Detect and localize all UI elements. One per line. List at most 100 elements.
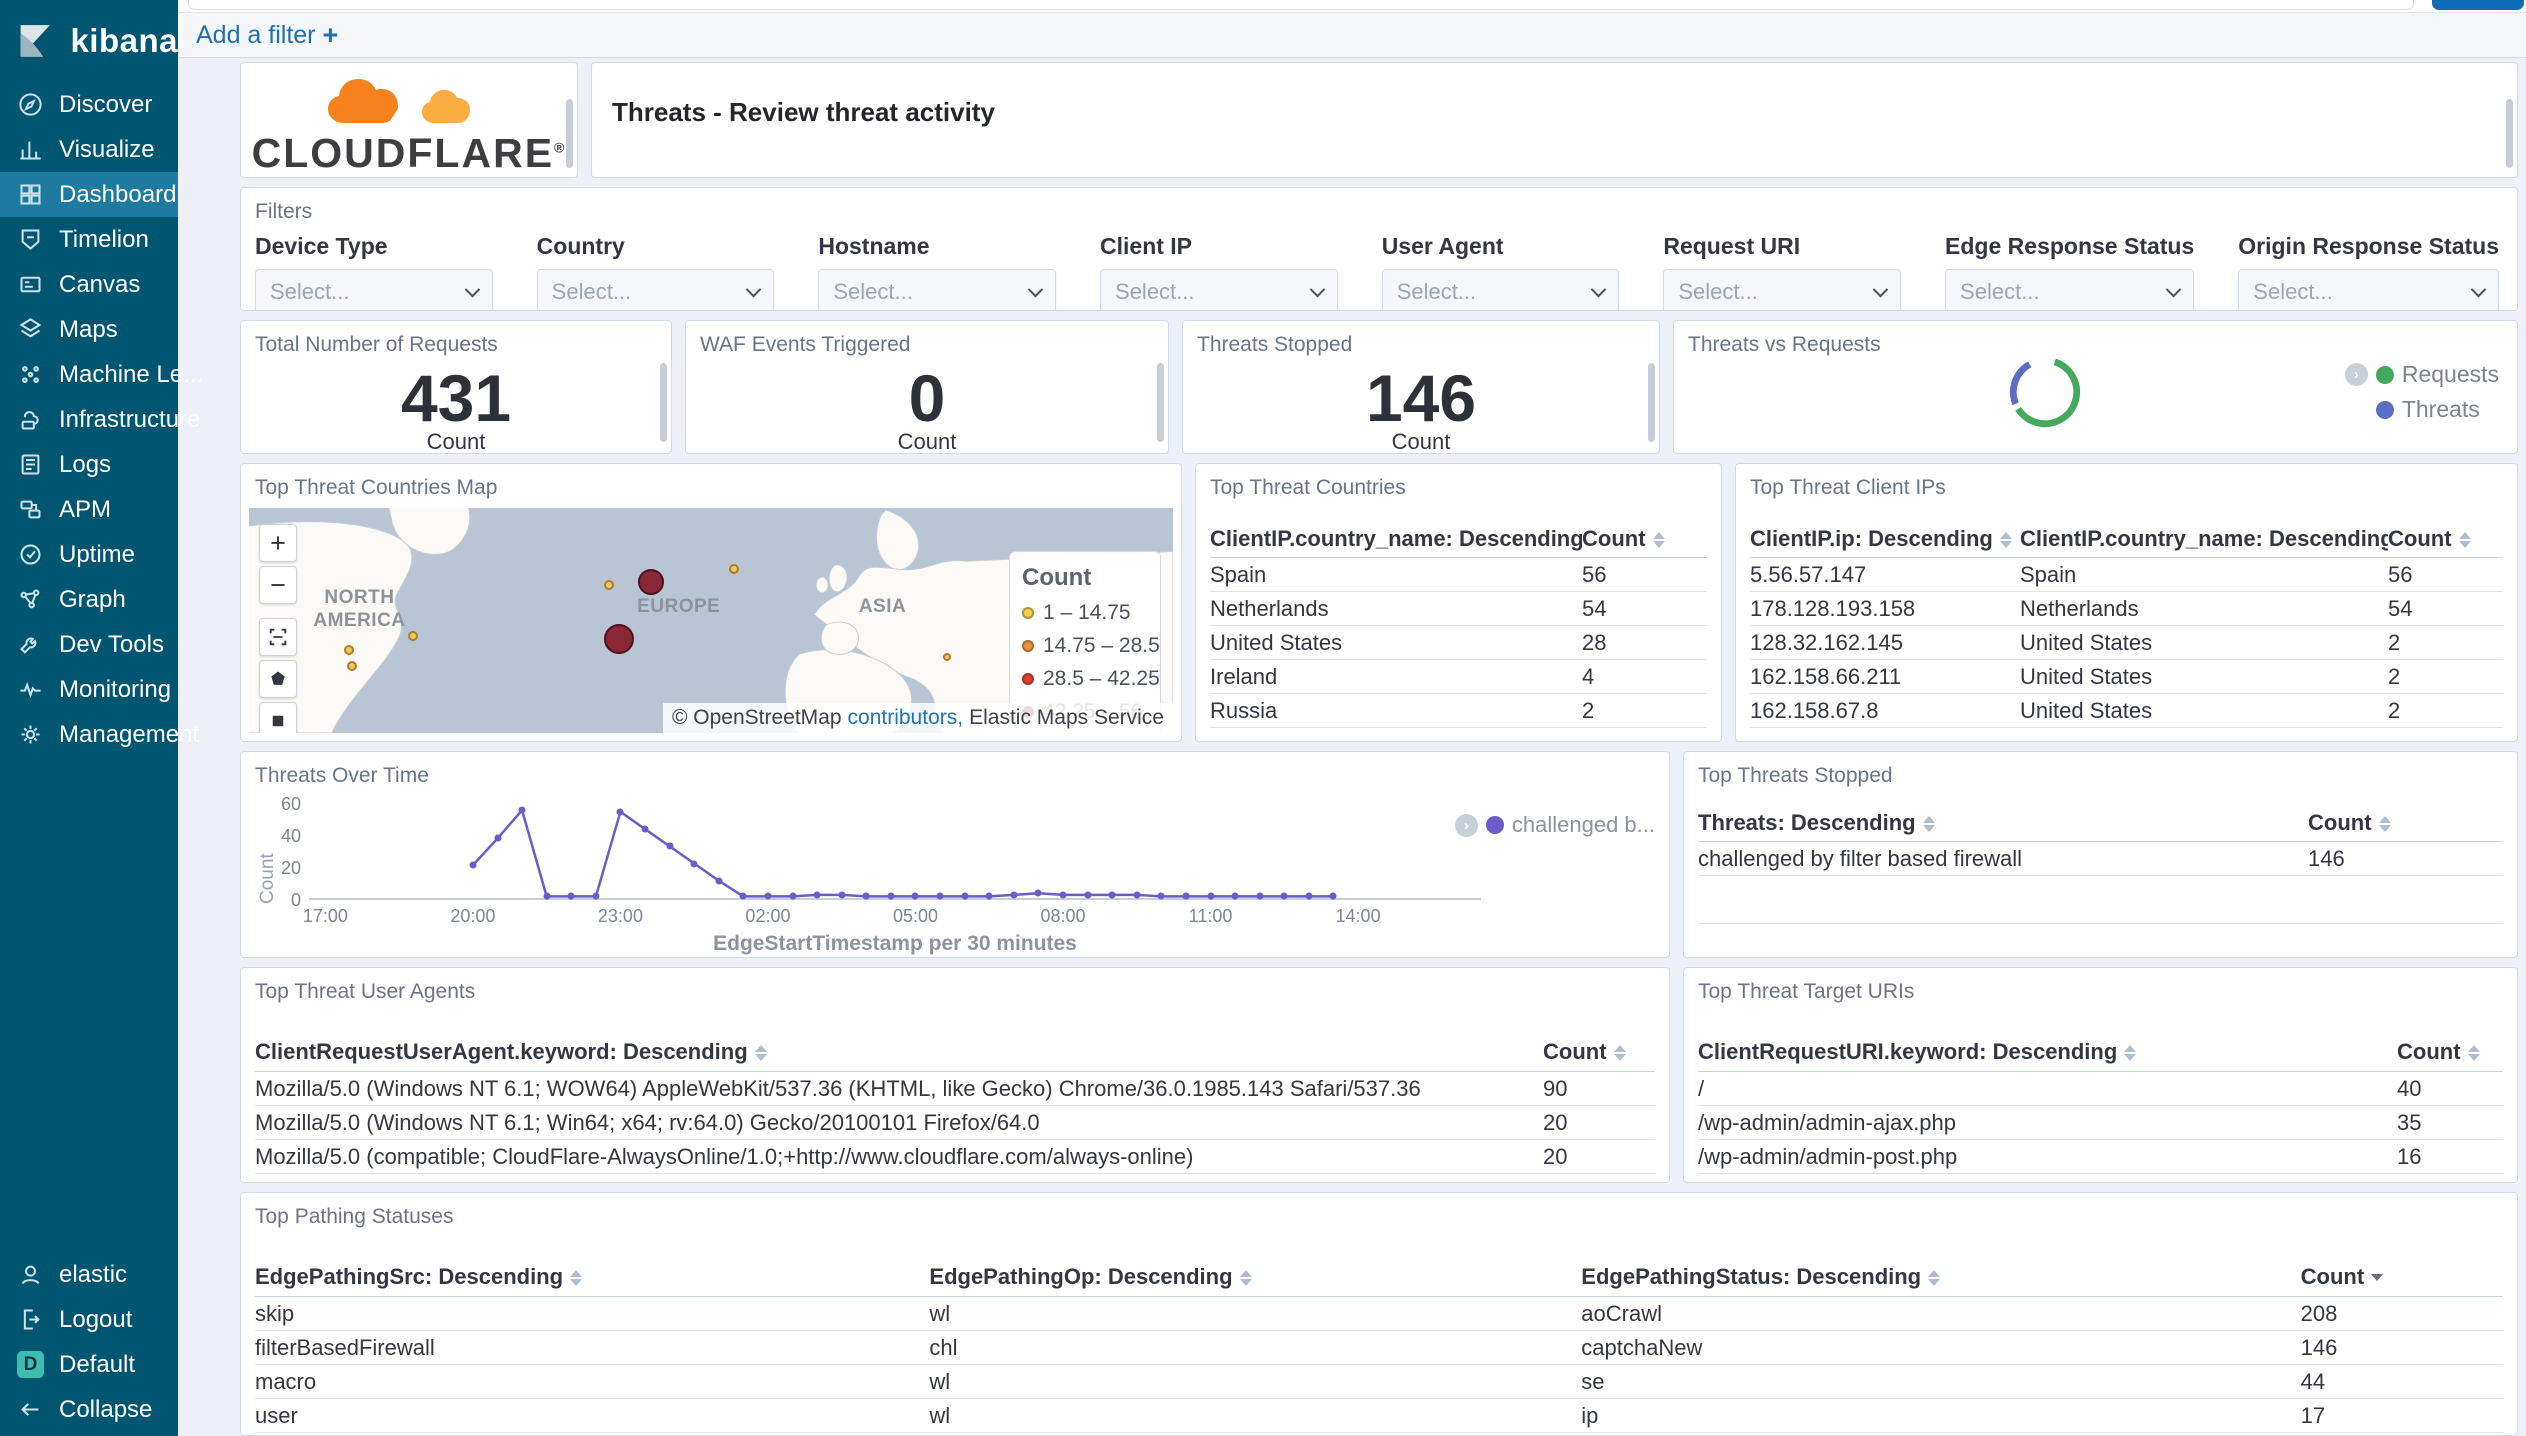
- table-row[interactable]: Mozilla/5.0 (compatible; CloudFlare-Alwa…: [255, 1140, 1655, 1174]
- country-select[interactable]: Select...: [536, 269, 775, 310]
- data-point[interactable]: [1207, 892, 1215, 900]
- data-point[interactable]: [567, 892, 575, 900]
- data-point[interactable]: [1305, 892, 1313, 900]
- table-row[interactable]: /wp-admin/admin-ajax.php?action=update-z…: [1698, 1174, 2503, 1183]
- data-point[interactable]: [1280, 892, 1288, 900]
- hostname-select[interactable]: Select...: [818, 269, 1057, 310]
- column-header[interactable]: ClientRequestUserAgent.keyword: Descendi…: [255, 1039, 1543, 1065]
- sidebar-item-maps[interactable]: Maps: [0, 307, 178, 352]
- table-row[interactable]: 5.56.57.147 Spain 56: [1750, 558, 2503, 592]
- column-header[interactable]: EdgePathingStatus: Descending: [1581, 1264, 2300, 1290]
- user-agent-select[interactable]: Select...: [1381, 269, 1620, 310]
- sidebar-item-space-default[interactable]: D Default: [0, 1342, 178, 1387]
- fit-bounds-button[interactable]: [259, 618, 297, 656]
- sidebar-item-visualize[interactable]: Visualize: [0, 127, 178, 172]
- column-header[interactable]: Count: [2388, 526, 2503, 552]
- data-point[interactable]: [666, 842, 674, 850]
- table-row[interactable]: /wp-admin/admin-post.php 16: [1698, 1140, 2503, 1174]
- data-point[interactable]: [1256, 892, 1264, 900]
- table-row[interactable]: filterBasedFirewall chl captchaNew 146: [255, 1331, 2503, 1365]
- zoom-out-button[interactable]: −: [259, 566, 297, 604]
- data-point[interactable]: [1157, 892, 1165, 900]
- table-row[interactable]: macro wl se 44: [255, 1365, 2503, 1399]
- kibana-logo[interactable]: kibana: [0, 0, 178, 82]
- panel-scrollbar[interactable]: [2506, 99, 2513, 168]
- table-row[interactable]: /40: [1698, 1072, 2503, 1106]
- zoom-in-button[interactable]: +: [259, 524, 297, 562]
- panel-scrollbar[interactable]: [660, 363, 667, 443]
- legend-label[interactable]: challenged b...: [1512, 812, 1655, 838]
- sidebar-item-dev-tools[interactable]: Dev Tools: [0, 622, 178, 667]
- legend-toggle-icon[interactable]: ›: [1454, 813, 1478, 837]
- sidebar-item-management[interactable]: Management: [0, 712, 199, 757]
- column-header[interactable]: Count: [2301, 1264, 2503, 1290]
- table-row[interactable]: 162.158.66.211 United States 2: [1750, 660, 2503, 694]
- rectangle-select-button[interactable]: [259, 702, 297, 733]
- data-point[interactable]: [961, 892, 969, 900]
- map-point[interactable]: [604, 579, 615, 590]
- table-row[interactable]: 178.128.193.158 Netherlands 54: [1750, 592, 2503, 626]
- map-point[interactable]: [347, 660, 358, 671]
- data-point[interactable]: [789, 892, 797, 900]
- add-filter-link[interactable]: Add a filter +: [196, 20, 338, 51]
- data-point[interactable]: [543, 892, 551, 900]
- data-point[interactable]: [518, 806, 526, 814]
- map-point[interactable]: [603, 623, 634, 654]
- sidebar-item-uptime[interactable]: Uptime: [0, 532, 178, 577]
- map-point[interactable]: [408, 631, 419, 642]
- request-uri-select[interactable]: Select...: [1663, 269, 1902, 310]
- column-header[interactable]: ClientRequestURI.keyword: Descending: [1698, 1039, 2397, 1065]
- panel-scrollbar[interactable]: [566, 99, 573, 168]
- data-point[interactable]: [469, 861, 477, 869]
- data-point[interactable]: [641, 825, 649, 833]
- column-header[interactable]: Count: [2397, 1039, 2503, 1065]
- sidebar-item-timelion[interactable]: Timelion: [0, 217, 178, 262]
- table-row[interactable]: United States 28: [1210, 626, 1707, 660]
- edge-response-status-select[interactable]: Select...: [1945, 269, 2195, 310]
- data-point[interactable]: [911, 892, 919, 900]
- polygon-select-button[interactable]: [259, 660, 297, 698]
- origin-response-status-select[interactable]: Select...: [2238, 269, 2499, 310]
- table-row[interactable]: Ireland 4: [1210, 660, 1707, 694]
- legend-label[interactable]: Threats: [2402, 396, 2480, 423]
- table-row[interactable]: skip wl aoCrawl 208: [255, 1297, 2503, 1331]
- sidebar-item-discover[interactable]: Discover: [0, 82, 178, 127]
- panel-scrollbar[interactable]: [1648, 363, 1655, 443]
- table-row[interactable]: Mozilla/5.0 (Windows NT 6.1; WOW64) Appl…: [255, 1072, 1655, 1106]
- legend-toggle-icon[interactable]: ›: [2344, 363, 2368, 386]
- data-point[interactable]: [715, 877, 723, 885]
- column-header[interactable]: ClientIP.ip: Descending: [1750, 526, 2020, 552]
- table-row[interactable]: /wp-admin/admin-ajax.php 35: [1698, 1106, 2503, 1140]
- data-point[interactable]: [1231, 892, 1239, 900]
- column-header[interactable]: ClientIP.country_name: Descending: [2020, 526, 2388, 552]
- table-row[interactable]: 128.32.162.145 United States 2: [1750, 626, 2503, 660]
- data-point[interactable]: [1084, 891, 1092, 899]
- data-point[interactable]: [1182, 892, 1190, 900]
- device-type-select[interactable]: Select...: [255, 269, 493, 310]
- data-point[interactable]: [862, 892, 870, 900]
- table-row[interactable]: Netherlands 54: [1210, 592, 1707, 626]
- data-point[interactable]: [1010, 891, 1018, 899]
- data-point[interactable]: [1329, 892, 1337, 900]
- sidebar-item-canvas[interactable]: Canvas: [0, 262, 178, 307]
- legend-label[interactable]: Requests: [2402, 361, 2499, 388]
- sidebar-item-logs[interactable]: Logs: [0, 442, 178, 487]
- data-point[interactable]: [764, 892, 772, 900]
- column-header[interactable]: Count: [2308, 810, 2503, 836]
- data-point[interactable]: [592, 892, 600, 900]
- attribution-link[interactable]: contributors,: [848, 706, 964, 730]
- map-point[interactable]: [729, 563, 740, 574]
- table-row[interactable]: challenged by filter based firewall 146: [1698, 842, 2503, 876]
- query-input[interactable]: [188, 0, 2414, 10]
- table-row[interactable]: Mozilla/5.0 (Windows NT 6.1; Win64; x64;…: [255, 1106, 1655, 1140]
- data-point[interactable]: [690, 860, 698, 868]
- sidebar-item-dashboard[interactable]: Dashboard: [0, 172, 178, 217]
- sidebar-item-logout[interactable]: Logout: [0, 1297, 178, 1342]
- table-row[interactable]: Russia 2: [1210, 694, 1707, 728]
- table-row[interactable]: 162.158.67.8 United States 2: [1750, 694, 2503, 728]
- sidebar-item-graph[interactable]: Graph: [0, 577, 178, 622]
- column-header[interactable]: EdgePathingSrc: Descending: [255, 1264, 929, 1290]
- panel-scrollbar[interactable]: [1157, 363, 1164, 443]
- sidebar-item-monitoring[interactable]: Monitoring: [0, 667, 178, 712]
- data-point[interactable]: [616, 808, 624, 816]
